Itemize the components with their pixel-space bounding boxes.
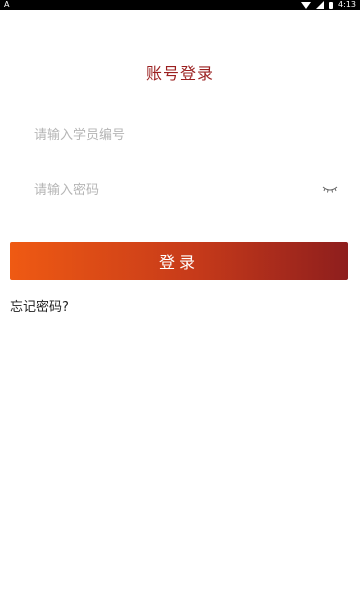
student-id-input[interactable] <box>34 120 334 150</box>
notification-indicator: A <box>4 0 10 9</box>
eye-closed-icon[interactable] <box>322 184 338 194</box>
battery-icon <box>329 1 334 9</box>
wifi-icon <box>301 1 312 9</box>
page-title: 账号登录 <box>145 64 214 83</box>
status-time: 4:13 <box>338 0 356 9</box>
signal-icon <box>316 1 325 9</box>
status-bar: A 4:13 <box>0 0 360 10</box>
status-icons: 4:13 <box>301 0 356 10</box>
forgot-password-link[interactable]: 忘记密码? <box>10 296 69 315</box>
login-button[interactable]: 登录 <box>10 242 348 280</box>
password-input[interactable] <box>34 175 334 205</box>
